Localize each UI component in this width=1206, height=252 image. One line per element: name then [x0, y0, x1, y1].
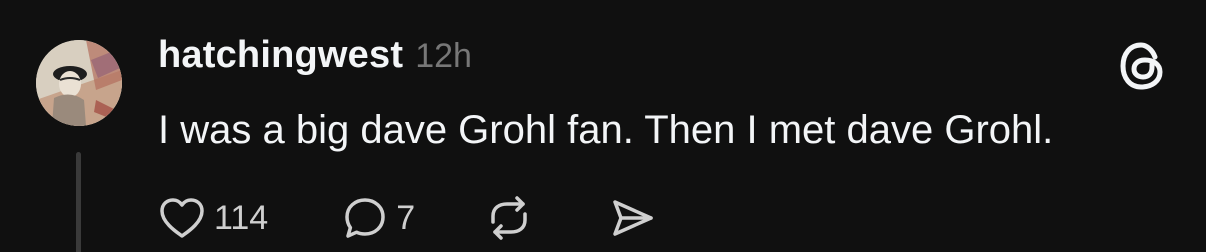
heart-icon: [158, 196, 206, 240]
timestamp[interactable]: 12h: [415, 37, 472, 76]
thread-post: hatchingwest 12h I was a big dave Grohl …: [0, 0, 1206, 252]
reply-count: 7: [396, 198, 416, 237]
avatar-image: [36, 40, 122, 126]
send-icon: [609, 196, 655, 240]
share-button[interactable]: [609, 196, 655, 240]
repost-icon: [485, 196, 533, 240]
comment-icon: [342, 195, 388, 241]
action-bar: 114 7: [158, 192, 655, 244]
avatar[interactable]: [36, 40, 122, 126]
like-button[interactable]: 114: [158, 196, 268, 240]
post-header: hatchingwest 12h: [158, 34, 472, 84]
reply-button[interactable]: 7: [342, 195, 415, 241]
threads-logo-icon: [1116, 40, 1168, 92]
post-text: I was a big dave Grohl fan. Then I met d…: [158, 108, 1054, 152]
username[interactable]: hatchingwest: [158, 34, 403, 77]
repost-button[interactable]: [485, 196, 533, 240]
thread-line: [76, 152, 81, 252]
like-count: 114: [214, 198, 269, 237]
